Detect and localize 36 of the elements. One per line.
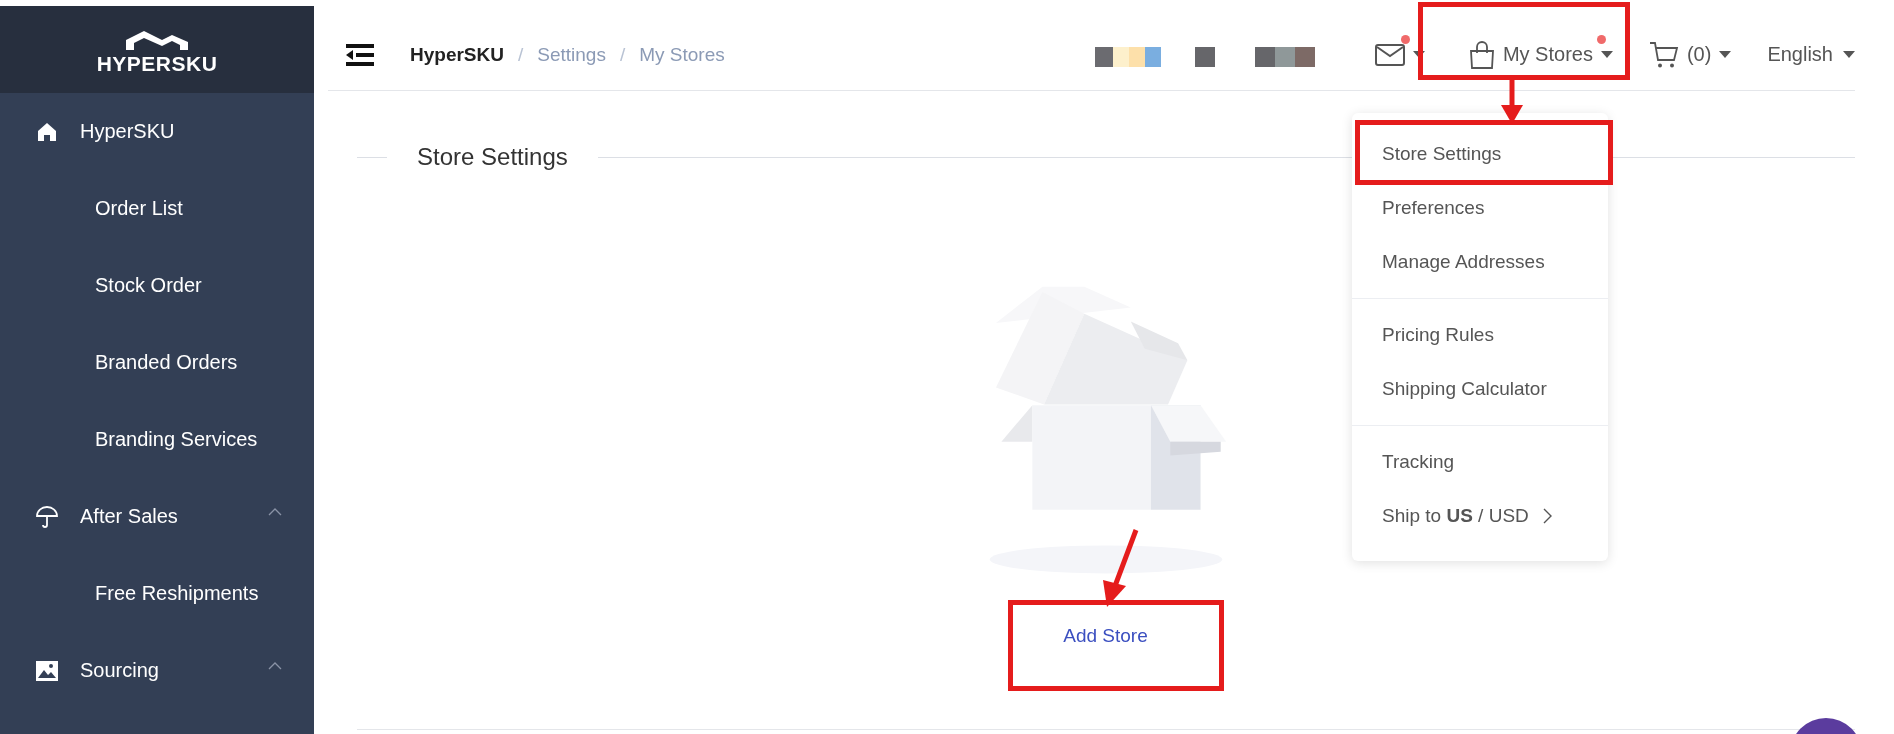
shopping-bag-icon	[1468, 40, 1495, 69]
mail-menu[interactable]	[1374, 43, 1425, 66]
image-icon	[36, 660, 58, 681]
sidebar-item[interactable]: Stock Order	[0, 247, 314, 324]
section-title: Store Settings	[417, 143, 568, 171]
home-icon	[36, 121, 58, 142]
caret-down-icon	[1719, 50, 1732, 59]
envelope-icon	[1374, 43, 1405, 66]
sidebar-section[interactable]: HyperSKU	[0, 93, 314, 170]
sidebar-item[interactable]: Branded Orders	[0, 324, 314, 401]
breadcrumb-link[interactable]: HyperSKU	[410, 43, 504, 66]
menu-item[interactable]: Shipping Calculator	[1352, 362, 1608, 416]
menu-item[interactable]: Preferences	[1352, 181, 1608, 235]
add-store-link[interactable]: Add Store	[1063, 625, 1148, 647]
menu-item[interactable]: Tracking	[1352, 435, 1608, 489]
menu-item[interactable]: Store Settings	[1352, 127, 1608, 181]
logo-text: HYPERSKU	[96, 51, 218, 76]
cart-icon	[1648, 40, 1679, 69]
sidebar-section[interactable]: Sourcing	[0, 632, 314, 709]
my-stores-menu[interactable]: My Stores	[1468, 40, 1613, 69]
menu-item[interactable]: Pricing Rules	[1352, 308, 1608, 362]
menu-item[interactable]: Manage Addresses	[1352, 235, 1608, 289]
cart-menu[interactable]: (0)	[1648, 40, 1732, 69]
sidebar-item[interactable]: Free Reshipments	[0, 555, 314, 632]
language-menu[interactable]: English	[1767, 43, 1855, 66]
sidebar-item[interactable]: Order List	[0, 170, 314, 247]
caret-down-icon	[1843, 50, 1855, 59]
menu-collapse-icon[interactable]	[346, 43, 374, 66]
chevron-right-icon	[1542, 508, 1552, 524]
sidebar-item[interactable]: Branding Services	[0, 401, 314, 478]
breadcrumb-separator: /	[518, 43, 524, 66]
menu-item[interactable]: Ship to US / USD	[1352, 489, 1608, 543]
caret-down-icon	[1600, 50, 1613, 59]
sidebar-section[interactable]: After Sales	[0, 478, 314, 555]
umbrella-icon	[36, 505, 58, 528]
breadcrumb-separator: /	[619, 43, 626, 66]
